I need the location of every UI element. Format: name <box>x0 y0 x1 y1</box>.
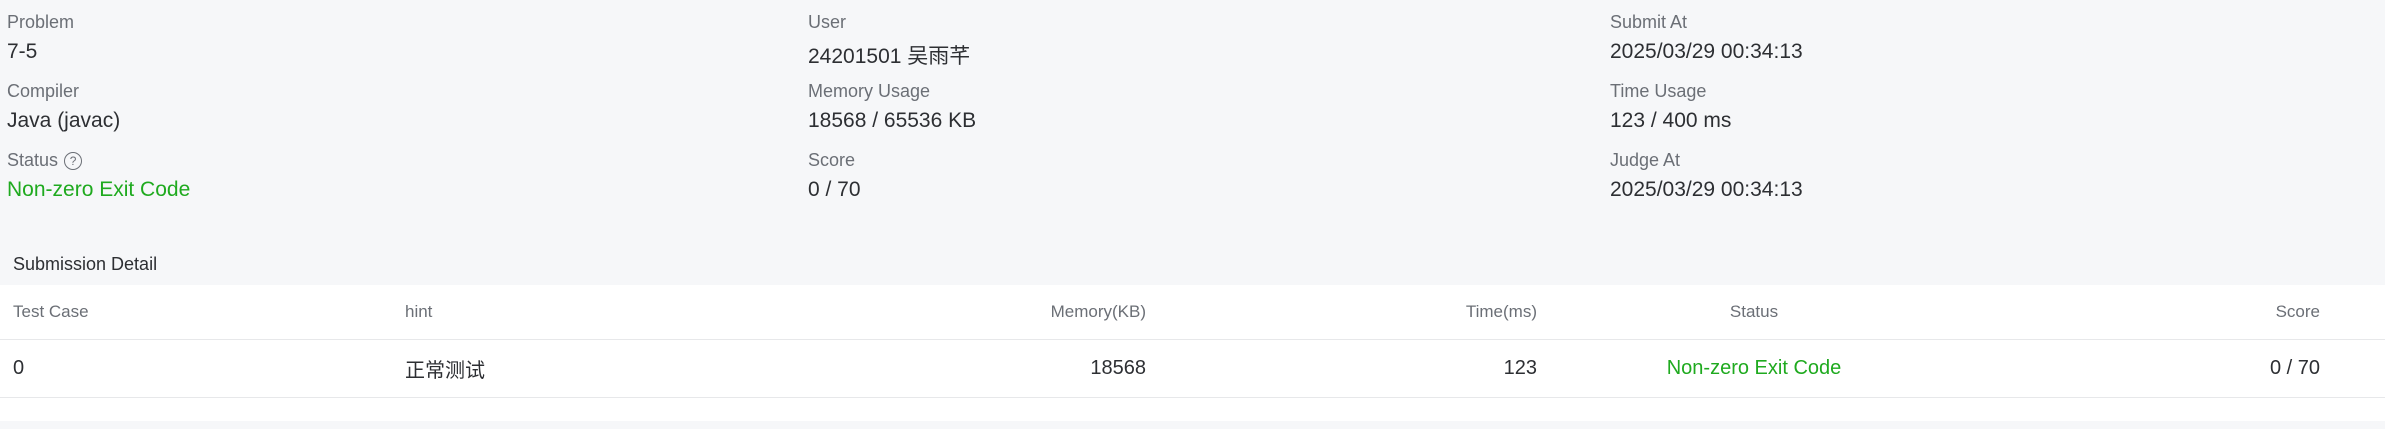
table-row: 0 正常测试 18568 123 Non-zero Exit Code 0 / … <box>0 340 2385 398</box>
score-cell: 0 / 70 <box>2269 357 2320 379</box>
memory-usage-label: Memory Usage <box>808 81 931 101</box>
time-usage-value: 123 / 400 ms <box>1610 109 1732 132</box>
status-label: Status <box>7 150 59 170</box>
time-usage-label: Time Usage <box>1610 81 1707 101</box>
submission-detail-panel: Submission Detail Test Case hint Memory(… <box>0 243 2385 421</box>
time-usage-field: Time Usage 123 / 400 ms <box>1610 69 2385 138</box>
question-circle-icon[interactable]: ? <box>64 151 83 170</box>
score-value: 0 / 70 <box>808 178 861 201</box>
submission-page: Problem 7-5 Compiler Java (javac) Status… <box>0 0 2385 429</box>
column-header-score: Score <box>2275 302 2320 321</box>
column-header-time: Time(ms) <box>1465 302 1537 321</box>
submit-at-label: Submit At <box>1610 12 1688 32</box>
status-label-wrap: Status ? <box>7 150 83 171</box>
column-header-status: Status <box>1729 302 1779 321</box>
status-field: Status ? Non-zero Exit Code <box>7 138 787 207</box>
score-field: Score 0 / 70 <box>808 138 1588 207</box>
column-header-test-case: Test Case <box>13 302 89 321</box>
memory-cell: 18568 <box>1090 357 1146 379</box>
hint-cell: 正常测试 <box>405 360 485 382</box>
problem-field: Problem 7-5 <box>7 0 787 69</box>
user-field: User 24201501 吴雨芊 <box>808 0 1588 69</box>
memory-usage-field: Memory Usage 18568 / 65536 KB <box>808 69 1588 138</box>
submit-at-value: 2025/03/29 00:34:13 <box>1610 40 1803 63</box>
memory-usage-value: 18568 / 65536 KB <box>808 109 977 132</box>
compiler-label: Compiler <box>7 81 80 101</box>
submit-at-field: Submit At 2025/03/29 00:34:13 <box>1610 0 2385 69</box>
compiler-field: Compiler Java (javac) <box>7 69 787 138</box>
time-cell: 123 <box>1503 357 1537 379</box>
detail-title: Submission Detail <box>13 254 158 274</box>
status-value: Non-zero Exit Code <box>7 178 191 201</box>
judge-at-value: 2025/03/29 00:34:13 <box>1610 178 1803 201</box>
table-header-row: Test Case hint Memory(KB) Time(ms) Statu… <box>0 285 2385 340</box>
user-label: User <box>808 12 847 32</box>
score-label: Score <box>808 150 856 170</box>
detail-header: Submission Detail <box>0 243 2385 285</box>
compiler-value: Java (javac) <box>7 109 121 132</box>
submission-info-panel: Problem 7-5 Compiler Java (javac) Status… <box>0 0 2385 222</box>
column-header-hint: hint <box>405 302 433 321</box>
user-value: 24201501 吴雨芊 <box>808 45 971 68</box>
judge-at-field: Judge At 2025/03/29 00:34:13 <box>1610 138 2385 207</box>
column-header-memory: Memory(KB) <box>1050 302 1146 321</box>
status-cell: Non-zero Exit Code <box>1666 357 1842 379</box>
problem-label: Problem <box>7 12 75 32</box>
test-case-cell: 0 <box>13 357 25 379</box>
problem-value: 7-5 <box>7 40 38 63</box>
judge-at-label: Judge At <box>1610 150 1681 170</box>
